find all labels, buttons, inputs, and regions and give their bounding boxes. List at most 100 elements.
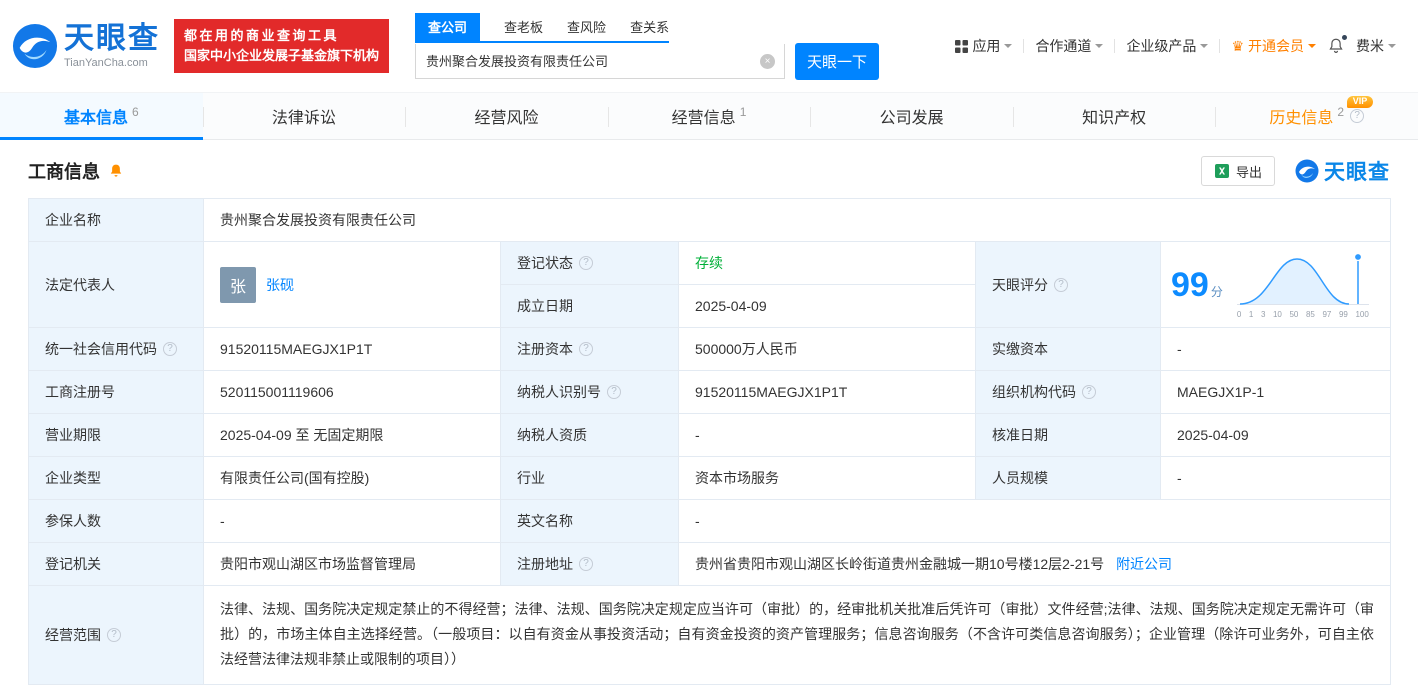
caret-down-icon bbox=[1095, 44, 1104, 52]
business-info-table: 企业名称 贵州聚合发展投资有限责任公司 法定代表人 张 张砚 登记状态 存续 天… bbox=[28, 198, 1392, 685]
tab-company-development[interactable]: 公司发展 bbox=[810, 93, 1013, 139]
english-name-label: 英文名称 bbox=[500, 499, 679, 543]
nav-apps-label: 应用 bbox=[972, 38, 1001, 54]
company-type-value: 有限责任公司(国有控股) bbox=[203, 456, 501, 500]
tab-count: 2 bbox=[1337, 105, 1345, 119]
score-label: 天眼评分 bbox=[975, 241, 1161, 328]
vip-badge: VIP bbox=[1346, 96, 1374, 108]
clear-icon[interactable] bbox=[760, 53, 776, 69]
brand-domain: TianYanCha.com bbox=[64, 56, 148, 69]
notification-dot bbox=[1342, 35, 1347, 40]
help-icon[interactable] bbox=[579, 256, 593, 270]
watermark-logo: 天眼查 bbox=[1295, 156, 1390, 186]
row-scope: 经营范围 法律、法规、国务院决定规定禁止的不得经营；法律、法规、国务院决定规定应… bbox=[28, 585, 1392, 685]
insured-value: - bbox=[203, 499, 501, 543]
help-icon[interactable] bbox=[107, 627, 121, 642]
term-label: 营业期限 bbox=[28, 413, 204, 457]
taxpayer-quality-value: - bbox=[678, 413, 976, 457]
tab-history-info[interactable]: VIP 历史信息 2 bbox=[1215, 93, 1418, 139]
staff-label: 人员规模 bbox=[975, 456, 1161, 500]
slogan-line2: 国家中小企业发展子基金旗下机构 bbox=[184, 48, 380, 63]
nav-user-label: 费米 bbox=[1356, 38, 1384, 54]
search-tab-boss[interactable]: 查老板 bbox=[504, 13, 543, 41]
row-reg-no: 工商注册号 520115001119606 纳税人识别号 91520115MAE… bbox=[28, 370, 1392, 414]
credit-code-value: 91520115MAEGJX1P1T bbox=[203, 327, 501, 371]
search-tabs: 查公司 查老板 查风险 查关系 bbox=[415, 12, 670, 43]
section-title: 工商信息 bbox=[28, 162, 100, 182]
establish-date-label: 成立日期 bbox=[500, 284, 679, 328]
scope-value: 法律、法规、国务院决定规定禁止的不得经营；法律、法规、国务院决定规定应当许可（审… bbox=[202, 585, 1392, 685]
tab-label: 历史信息 bbox=[1269, 110, 1334, 127]
help-icon[interactable] bbox=[1082, 385, 1096, 399]
english-name-value: - bbox=[677, 499, 1392, 543]
legal-rep-link[interactable]: 张砚 bbox=[266, 275, 294, 295]
row-insured: 参保人数 - 英文名称 - bbox=[28, 499, 1392, 543]
top-nav: 应用 合作通道 企业级产品 ♛ 开通会员 费米 bbox=[955, 35, 1396, 56]
help-icon[interactable] bbox=[1350, 109, 1365, 123]
search-input[interactable] bbox=[415, 43, 786, 79]
row-legal-rep: 法定代表人 张 张砚 登记状态 存续 天眼评分 99分 bbox=[28, 241, 1392, 328]
top-header: 天眼查 TianYanCha.com 都在用的商业查询工具 国家中小企业发展子基… bbox=[0, 0, 1418, 92]
taxpayer-no-label: 纳税人识别号 bbox=[500, 370, 679, 414]
tab-legal-litigation[interactable]: 法律诉讼 bbox=[202, 93, 406, 139]
industry-value: 资本市场服务 bbox=[678, 456, 976, 500]
help-icon[interactable] bbox=[163, 342, 177, 356]
search-tab-company[interactable]: 查公司 bbox=[415, 12, 481, 41]
search-tab-risk[interactable]: 查风险 bbox=[567, 13, 606, 41]
score-chart: 01 3 10 50 85 97 99 100 bbox=[1236, 250, 1369, 319]
tianyancha-logo[interactable]: 天眼查 TianYanCha.com bbox=[12, 23, 160, 69]
nav-open-vip[interactable]: ♛ 开通会员 bbox=[1231, 36, 1316, 56]
tab-operation-risk[interactable]: 经营风险 bbox=[405, 93, 608, 139]
caret-down-icon bbox=[1308, 44, 1316, 52]
export-label: 导出 bbox=[1235, 164, 1262, 180]
establish-date-value: 2025-04-09 bbox=[678, 284, 976, 328]
tab-label: 法律诉讼 bbox=[271, 110, 336, 127]
search-row: 天眼一下 bbox=[415, 42, 880, 80]
paid-capital-label: 实缴资本 bbox=[975, 327, 1161, 371]
export-button[interactable]: 导出 bbox=[1200, 156, 1275, 186]
nav-divider bbox=[1114, 39, 1116, 53]
tab-label: 基本信息 bbox=[63, 110, 128, 127]
help-icon[interactable] bbox=[1054, 277, 1068, 292]
address-value: 贵州省贵阳市观山湖区长岭街道贵州金融城一期10号楼12层2-21号 附近公司 bbox=[677, 542, 1392, 586]
reg-status-label: 登记状态 bbox=[500, 241, 679, 285]
help-icon[interactable] bbox=[607, 385, 621, 399]
excel-icon bbox=[1214, 164, 1229, 178]
tab-intellectual-property[interactable]: 知识产权 bbox=[1012, 93, 1216, 139]
nav-apps[interactable]: 应用 bbox=[955, 36, 1013, 56]
subscribe-bell-icon[interactable] bbox=[108, 163, 124, 179]
reg-capital-value: 500000万人民币 bbox=[678, 327, 976, 371]
help-icon[interactable] bbox=[579, 342, 593, 356]
taxpayer-no-value: 91520115MAEGJX1P1T bbox=[678, 370, 976, 414]
row-credit-code: 统一社会信用代码 91520115MAEGJX1P1T 注册资本 500000万… bbox=[28, 327, 1392, 371]
row-reg-org: 登记机关 贵阳市观山湖区市场监督管理局 注册地址 贵州省贵阳市观山湖区长岭街道贵… bbox=[28, 542, 1392, 586]
caret-down-icon bbox=[1388, 44, 1396, 52]
approve-date-label: 核准日期 bbox=[975, 413, 1161, 457]
nav-divider bbox=[1219, 39, 1221, 53]
avatar[interactable]: 张 bbox=[220, 266, 256, 303]
business-info-section-head: 工商信息 导出 天眼查 bbox=[0, 140, 1418, 198]
nav-partner[interactable]: 合作通道 bbox=[1035, 36, 1104, 56]
search-button[interactable]: 天眼一下 bbox=[795, 42, 880, 80]
tab-basic-info[interactable]: 基本信息 6 bbox=[0, 93, 203, 140]
term-value: 2025-04-09 至 无固定期限 bbox=[203, 413, 501, 457]
staff-value: - bbox=[1159, 456, 1392, 500]
help-icon[interactable] bbox=[579, 557, 593, 571]
notification-bell[interactable] bbox=[1327, 35, 1347, 55]
org-code-label: 组织机构代码 bbox=[975, 370, 1161, 414]
tianyancha-logo-icon bbox=[1295, 159, 1319, 183]
reg-no-label: 工商注册号 bbox=[28, 370, 204, 414]
nav-partner-label: 合作通道 bbox=[1035, 38, 1092, 54]
tab-operation-info[interactable]: 经营信息 1 bbox=[607, 93, 811, 139]
nav-divider bbox=[1023, 39, 1025, 53]
search-tab-relation[interactable]: 查关系 bbox=[630, 13, 669, 41]
reg-status-value: 存续 bbox=[678, 241, 976, 285]
approve-date-value: 2025-04-09 bbox=[1159, 413, 1392, 457]
company-name-value: 贵州聚合发展投资有限责任公司 bbox=[202, 198, 1392, 242]
address-label: 注册地址 bbox=[500, 542, 679, 586]
nav-enterprise-label: 企业级产品 bbox=[1126, 38, 1197, 54]
nearby-companies-link[interactable]: 附近公司 bbox=[1116, 556, 1172, 572]
score-cell: 99 分 01 3 10 50 85 97 99 100 bbox=[1159, 241, 1392, 328]
nav-user[interactable]: 费米 bbox=[1356, 36, 1396, 56]
nav-enterprise[interactable]: 企业级产品 bbox=[1126, 36, 1209, 56]
